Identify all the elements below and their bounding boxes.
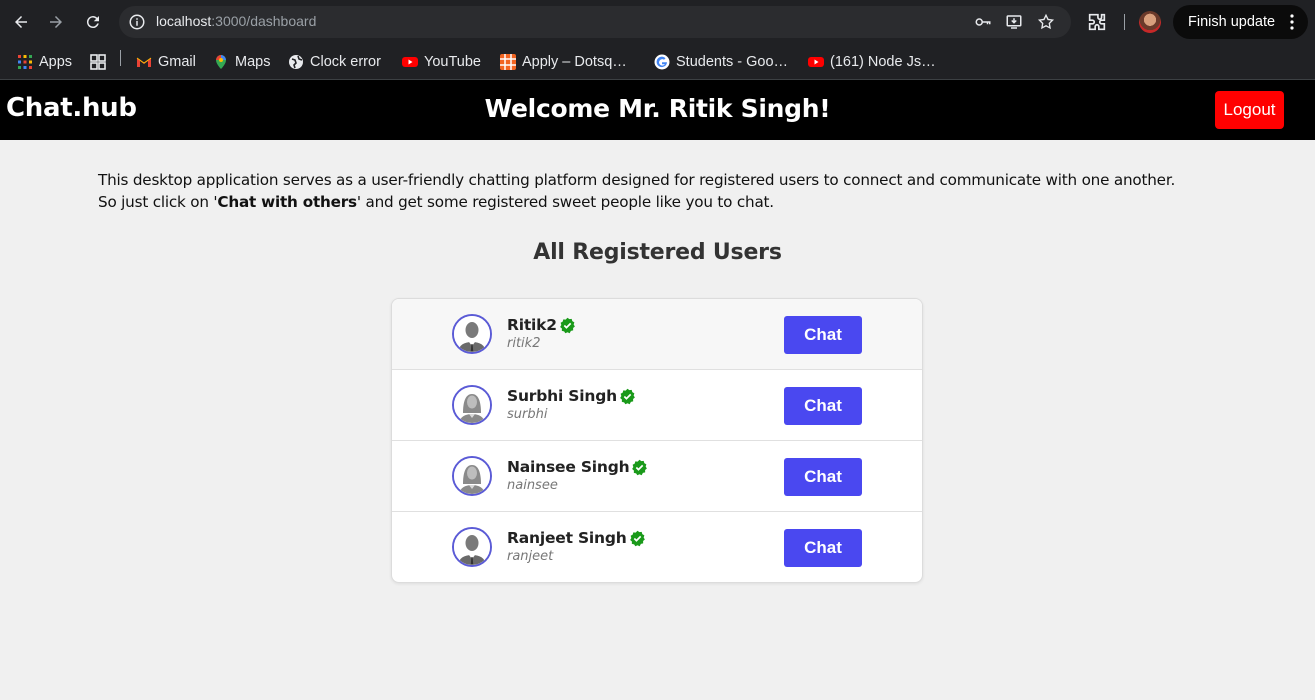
user-row: Ranjeet Singh ranjeet Chat	[392, 512, 922, 582]
profile-avatar[interactable]	[1139, 11, 1161, 33]
key-icon[interactable]	[974, 13, 992, 31]
google-icon	[654, 54, 670, 70]
user-name: Surbhi Singh	[507, 387, 636, 405]
registered-users-list: Ritik2 ritik2 Chat Surbhi Singh surbhi C…	[391, 298, 923, 583]
avatar	[452, 314, 492, 354]
bookmark-gmail[interactable]: Gmail	[136, 51, 196, 73]
bookmark-apps[interactable]: Apps	[17, 51, 72, 73]
chat-button[interactable]: Chat	[784, 458, 862, 496]
user-handle: nainsee	[507, 478, 558, 493]
user-row: Surbhi Singh surbhi Chat	[392, 370, 922, 441]
finish-update-button[interactable]: Finish update	[1173, 5, 1308, 39]
install-app-icon[interactable]	[1005, 13, 1023, 31]
kebab-menu-icon	[1290, 14, 1294, 30]
avatar	[452, 456, 492, 496]
reload-icon	[86, 16, 99, 29]
site-info-icon[interactable]	[128, 13, 146, 31]
chat-button[interactable]: Chat	[784, 316, 862, 354]
toolbar-divider	[1124, 14, 1125, 30]
reload-button[interactable]	[79, 8, 107, 36]
dotsquares-icon	[500, 54, 516, 70]
address-bar[interactable]: localhost:3000/dashboard	[119, 6, 1071, 38]
verified-badge-icon	[632, 459, 648, 475]
user-name: Ritik2	[507, 316, 576, 334]
user-handle: surbhi	[507, 407, 548, 422]
chat-button[interactable]: Chat	[784, 387, 862, 425]
bookmark-node-js[interactable]: (161) Node Js…	[808, 51, 936, 73]
bookmarks-bar: Apps Gmail Maps Clock error YouTube Appl…	[0, 44, 1315, 80]
user-name: Ranjeet Singh	[507, 529, 646, 547]
bookmark-clock-error[interactable]: Clock error	[288, 51, 381, 73]
verified-badge-icon	[629, 530, 645, 546]
gmail-icon	[136, 57, 152, 67]
user-row: Nainsee Singh nainsee Chat	[392, 441, 922, 512]
bookmark-tab-groups[interactable]	[90, 51, 112, 73]
bookmark-youtube[interactable]: YouTube	[402, 51, 481, 73]
chat-button[interactable]: Chat	[784, 529, 862, 567]
youtube-icon	[808, 57, 824, 67]
extensions-icon[interactable]	[1086, 11, 1108, 33]
arrow-right-icon	[50, 16, 62, 28]
user-name: Nainsee Singh	[507, 458, 648, 476]
logout-button[interactable]: Logout	[1215, 91, 1284, 129]
female-avatar-icon	[454, 458, 490, 494]
avatar	[452, 527, 492, 567]
verified-badge-icon	[620, 388, 635, 404]
intro-text: This desktop application serves as a use…	[98, 169, 1218, 213]
avatar	[452, 385, 492, 425]
bookmark-apply-dotsquares[interactable]: Apply – Dotsq…	[500, 51, 627, 73]
intro-line-1: This desktop application serves as a use…	[98, 171, 1176, 189]
male-avatar-icon	[454, 529, 490, 565]
star-icon[interactable]	[1037, 13, 1055, 31]
chat-with-others-emphasis: Chat with others	[217, 193, 357, 211]
bookmark-maps[interactable]: Maps	[213, 51, 270, 73]
female-avatar-icon	[454, 387, 490, 423]
brand-logo[interactable]: Chat.hub	[6, 93, 137, 123]
verified-badge-icon	[560, 317, 575, 333]
url-text[interactable]: localhost:3000/dashboard	[156, 13, 316, 29]
apps-grid-icon	[18, 55, 32, 69]
male-avatar-icon	[454, 316, 490, 352]
bookmark-students[interactable]: Students - Goo…	[654, 51, 788, 73]
globe-icon	[289, 55, 303, 69]
bookmarks-divider	[120, 50, 121, 66]
intro-line-2: So just click on 'Chat with others' and …	[98, 193, 774, 211]
app-header: Welcome Mr. Ritik Singh! Chat.hub Logout	[0, 80, 1315, 140]
user-handle: ranjeet	[507, 549, 554, 564]
welcome-title: Welcome Mr. Ritik Singh!	[484, 94, 831, 123]
user-handle: ritik2	[507, 336, 541, 351]
maps-icon	[216, 55, 226, 69]
forward-button[interactable]	[42, 8, 70, 36]
user-row: Ritik2 ritik2 Chat	[392, 299, 922, 370]
section-title: All Registered Users	[533, 240, 782, 265]
finish-update-label: Finish update	[1188, 14, 1276, 30]
tab-groups-icon	[90, 54, 106, 70]
back-button[interactable]	[7, 8, 35, 36]
browser-toolbar: localhost:3000/dashboard Finish update	[0, 0, 1315, 44]
arrow-left-icon	[15, 16, 27, 28]
youtube-icon	[402, 57, 418, 67]
